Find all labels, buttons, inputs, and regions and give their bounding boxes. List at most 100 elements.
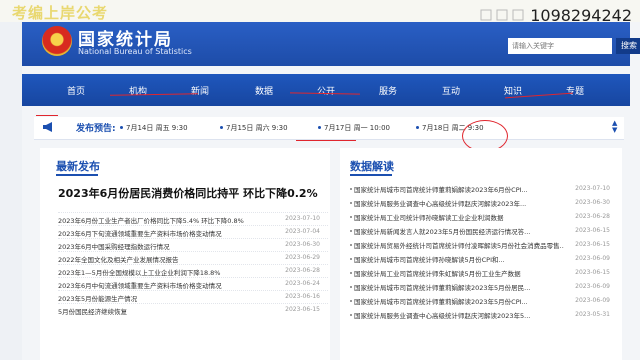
bullet-dot <box>350 258 352 260</box>
forecast-date[interactable]: 7月15日 周六 9:30 <box>226 123 288 133</box>
list-item-title[interactable]: 国家统计局城市司首席统计师董莉娟解读2023年6月份CPI... <box>354 184 564 194</box>
bullet-dot <box>416 126 419 129</box>
nav-service[interactable]: 服务 <box>379 74 397 106</box>
latest-headline[interactable]: 2023年6月份居民消费价格同比持平 环比下降0.2% <box>58 185 318 201</box>
list-item-title[interactable]: 国家统计局新闻发言人就2023年5月份国民经济运行情况答... <box>354 226 564 236</box>
list-item-date: 2023-06-30 <box>285 241 320 248</box>
list-item[interactable]: 国家统计局城市司首席统计师董莉娟解读2023年5月份居民... 2023-06-0… <box>350 281 610 293</box>
list-item[interactable]: 国家统计局服务业调查中心高级统计师赵庆河解读2023年5... 2023-05-3… <box>350 309 610 321</box>
list-item-title[interactable]: 2023年6月中旬流通领域重要生产资料市场价格变动情况 <box>58 280 273 290</box>
list-item-title[interactable]: 2023年5月份能源生产情况 <box>58 293 273 303</box>
list-item[interactable]: 2022年全国文化及相关产业发展情况报告 2023-06-29 <box>58 251 328 264</box>
bullet-dot <box>350 230 352 232</box>
bullet-dot <box>350 300 352 302</box>
bullet-dot <box>350 202 352 204</box>
nav-home[interactable]: 首页 <box>67 74 85 106</box>
list-item[interactable]: 国家统计局工业司首席统计师朱虹解读5月份工业生产数据 2023-06-15 <box>350 267 610 279</box>
list-item-title[interactable]: 国家统计局城市司首席统计师董莉娟解读2023年5月份居民... <box>354 282 564 292</box>
list-item-title[interactable]: 2023年6月份工业生产者出厂价格同比下降5.4% 环比下降0.8% <box>58 215 273 225</box>
main-nav: 首页 机构 新闻 数据 公开 服务 互动 知识 专题 <box>22 74 630 106</box>
bullet-dot <box>350 216 352 218</box>
title-underline <box>56 174 98 176</box>
list-item[interactable]: 国家统计局新闻发言人就2023年5月份国民经济运行情况答... 2023-06-1… <box>350 225 610 237</box>
nav-organization[interactable]: 机构 <box>129 74 147 106</box>
search-input[interactable]: 请输入关键字 <box>508 38 612 54</box>
list-item-date: 2023-07-10 <box>285 215 320 222</box>
bullet-dot <box>350 272 352 274</box>
scroll-arrows[interactable]: ▲ ▼ <box>612 120 617 134</box>
list-item-title[interactable]: 国家统计局城市司首席统计师孙晓解读5月份CPI和... <box>354 254 564 264</box>
list-item-title[interactable]: 2023年6月下旬流通领域重要生产资料市场价格变动情况 <box>58 228 273 238</box>
list-item-title[interactable]: 国家统计局服务业调查中心高级统计师赵庆河解读2023年5... <box>354 310 564 320</box>
annotation-stroke <box>296 140 356 141</box>
browser-frame: 考编上岸公考 1098294242 国家统计局 National Bureau … <box>0 0 640 360</box>
national-emblem-icon[interactable] <box>42 26 72 56</box>
list-item-title[interactable]: 2023年1—5月份全国规模以上工业企业利润下降18.8% <box>58 267 273 277</box>
list-item-date: 2023-06-15 <box>285 306 320 313</box>
bullet-dot <box>318 126 321 129</box>
list-item[interactable]: 国家统计局城市司首席统计师董莉娟解读2023年5月份CPI... 2023-06-… <box>350 295 610 307</box>
list-item[interactable]: 2023年6月中国采购经理指数运行情况 2023-06-30 <box>58 238 328 251</box>
data-interpretation-title[interactable]: 数据解读 <box>350 158 394 174</box>
list-item-title[interactable]: 国家统计局工业司统计师孙晓解读工业企业利润数据 <box>354 212 564 222</box>
forecast-date[interactable]: 7月14日 周五 9:30 <box>126 123 188 133</box>
list-item-title[interactable]: 国家统计局贸易外经统计司首席统计师付凌晖解读5月份社会消费品零售... <box>354 240 564 250</box>
list-item-date: 2023-06-28 <box>285 267 320 274</box>
nav-interaction[interactable]: 互动 <box>442 74 460 106</box>
list-item-date: 2023-06-29 <box>285 254 320 261</box>
list-item[interactable]: 2023年6月下旬流通领域重要生产资料市场价格变动情况 2023-07-04 <box>58 225 328 238</box>
list-item-date: 2023-06-28 <box>575 213 610 220</box>
list-item-title[interactable]: 国家统计局城市司首席统计师董莉娟解读2023年5月份CPI... <box>354 296 564 306</box>
bullet-dot <box>220 126 223 129</box>
list-item-date: 2023-06-16 <box>285 293 320 300</box>
list-item[interactable]: 2023年1—5月份全国规模以上工业企业利润下降18.8% 2023-06-28 <box>58 264 328 277</box>
list-item[interactable]: 2023年6月份工业生产者出厂价格同比下降5.4% 环比下降0.8% 2023-0… <box>58 212 328 225</box>
list-item-title[interactable]: 国家统计局服务业调查中心高级统计师赵庆河解读2023年... <box>354 198 564 208</box>
list-item-date: 2023-06-09 <box>575 297 610 304</box>
list-item-title[interactable]: 2023年6月中国采购经理指数运行情况 <box>58 241 273 251</box>
nav-topics[interactable]: 专题 <box>566 74 584 106</box>
list-item[interactable]: 国家统计局城市司首席统计师董莉娟解读2023年6月份CPI... 2023-07-… <box>350 183 610 195</box>
forecast-date[interactable]: 7月17日 周一 10:00 <box>324 123 390 133</box>
site-header: 国家统计局 National Bureau of Statistics 请输入关… <box>22 22 640 66</box>
nav-public[interactable]: 公开 <box>317 74 335 106</box>
forecast-label: 发布预告: <box>76 124 116 134</box>
list-item[interactable]: 国家统计局工业司统计师孙晓解读工业企业利润数据 2023-06-28 <box>350 211 610 223</box>
list-item-date: 2023-06-24 <box>285 280 320 287</box>
nav-knowledge[interactable]: 知识 <box>504 74 522 106</box>
nav-data[interactable]: 数据 <box>255 74 273 106</box>
watermark: 考编上岸公考 <box>12 4 109 22</box>
list-item-date: 2023-07-04 <box>285 228 320 235</box>
bullet-dot <box>350 188 352 190</box>
left-margin <box>0 22 22 360</box>
search-button[interactable]: 搜索 <box>616 38 640 54</box>
site-subtitle: National Bureau of Statistics <box>78 47 192 56</box>
list-item-date: 2023-06-09 <box>575 283 610 290</box>
list-item-date: 2023-06-15 <box>575 227 610 234</box>
nav-news[interactable]: 新闻 <box>191 74 209 106</box>
list-item-date: 2023-06-15 <box>575 241 610 248</box>
list-item-date: 2023-07-10 <box>575 185 610 192</box>
list-item-title[interactable]: 5月份国民经济继续恢复 <box>58 306 273 316</box>
bullet-dot <box>350 286 352 288</box>
list-item-title[interactable]: 2022年全国文化及相关产业发展情况报告 <box>58 254 273 264</box>
bullet-dot <box>120 126 123 129</box>
latest-release-title[interactable]: 最新发布 <box>56 158 100 174</box>
list-item[interactable]: 2023年5月份能源生产情况 2023-06-16 <box>58 290 328 303</box>
annotation-stroke <box>36 115 58 116</box>
list-item-date: 2023-06-09 <box>575 255 610 262</box>
bullet-dot <box>350 244 352 246</box>
megaphone-icon <box>43 122 52 132</box>
list-item[interactable]: 2023年6月中旬流通领域重要生产资料市场价格变动情况 2023-06-24 <box>58 277 328 290</box>
chevron-down-icon[interactable]: ▼ <box>612 127 617 134</box>
list-item-title[interactable]: 国家统计局工业司首席统计师朱虹解读5月份工业生产数据 <box>354 268 564 278</box>
bullet-dot <box>350 314 352 316</box>
list-item-date: 2023-05-31 <box>575 311 610 318</box>
list-item[interactable]: 5月份国民经济继续恢复 2023-06-15 <box>58 303 328 316</box>
list-item[interactable]: 国家统计局服务业调查中心高级统计师赵庆河解读2023年... 2023-06-30 <box>350 197 610 209</box>
list-item-date: 2023-06-30 <box>575 199 610 206</box>
release-forecast-bar: 发布预告: 7月14日 周五 9:30 7月15日 周六 9:30 7月17日 … <box>34 117 624 140</box>
list-item[interactable]: 国家统计局贸易外经统计司首席统计师付凌晖解读5月份社会消费品零售... 2023-… <box>350 239 610 251</box>
list-item[interactable]: 国家统计局城市司首席统计师孙晓解读5月份CPI和... 2023-06-09 <box>350 253 610 265</box>
title-underline <box>350 174 392 176</box>
